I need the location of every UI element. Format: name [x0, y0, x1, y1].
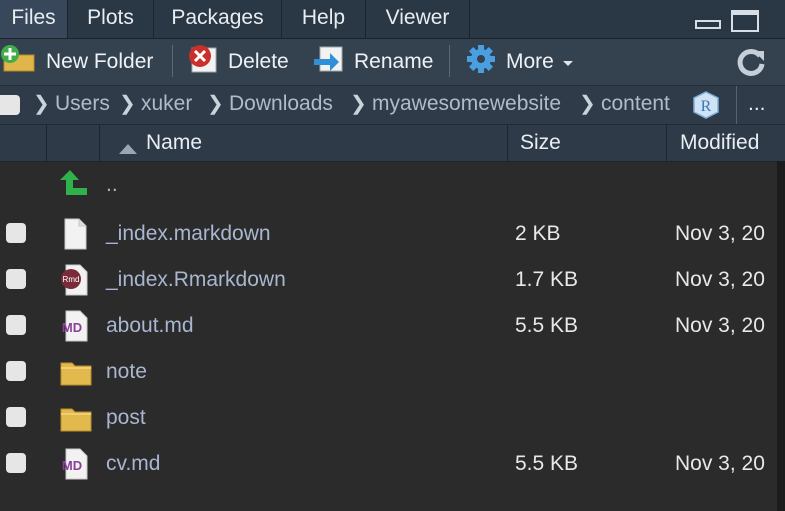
up-arrow-icon [60, 168, 92, 206]
rename-button[interactable]: Rename [312, 39, 433, 85]
pane-edge [777, 161, 785, 511]
file-modified: Nov 3, 20 [675, 268, 765, 291]
tab-viewer[interactable]: Viewer [366, 0, 470, 38]
tab-help[interactable]: Help [282, 0, 366, 38]
row-checkbox[interactable] [6, 361, 26, 381]
column-divider [99, 125, 100, 161]
file-name-link[interactable]: about.md [106, 303, 194, 349]
minimize-pane-icon[interactable] [694, 10, 722, 35]
breadcrumb-divider [736, 86, 737, 124]
file-name-link[interactable]: post [106, 395, 146, 441]
file-name-link[interactable]: cv.md [106, 441, 160, 487]
file-size: 1.7 KB [515, 268, 579, 291]
pane-tab-bar: Files Plots Packages Help Viewer [0, 0, 785, 39]
file-name-link[interactable]: _index.markdown [106, 211, 271, 257]
breadcrumb-separator: ❯ [119, 93, 136, 115]
row-checkbox[interactable] [6, 407, 26, 427]
rename-icon [312, 44, 354, 80]
file-modified: Nov 3, 20 [675, 314, 765, 337]
folder-icon [60, 402, 92, 440]
breadcrumb-item-content[interactable]: content [601, 86, 670, 124]
column-header-size[interactable]: Size [520, 125, 561, 161]
svg-text:Rmd: Rmd [63, 275, 80, 284]
table-row: post [0, 395, 785, 441]
breadcrumb-item-users[interactable]: Users [55, 86, 110, 124]
refresh-icon[interactable] [736, 47, 768, 82]
breadcrumb-item-myawesomewebsite[interactable]: myawesomewebsite [372, 86, 561, 124]
file-size: 2 KB [515, 222, 561, 245]
file-modified: Nov 3, 20 [675, 222, 765, 245]
svg-text:MD: MD [62, 458, 82, 473]
r-project-icon[interactable]: R [690, 90, 722, 126]
tab-plots[interactable]: Plots [68, 0, 154, 38]
breadcrumb-separator: ❯ [350, 93, 367, 115]
row-checkbox[interactable] [6, 223, 26, 243]
toolbar-divider [172, 45, 173, 77]
delete-icon [186, 44, 228, 80]
md-file-icon: MD [60, 310, 92, 348]
parent-directory-link[interactable]: .. [106, 162, 118, 208]
more-label: More [506, 50, 554, 73]
home-checkbox[interactable] [0, 95, 20, 115]
table-row: MD cv.md 5.5 KB Nov 3, 20 [0, 441, 785, 487]
breadcrumb-item-xuker[interactable]: xuker [141, 86, 192, 124]
rmd-file-icon: Rmd [60, 264, 92, 302]
breadcrumb-separator: ❯ [33, 93, 50, 115]
new-folder-icon [0, 44, 46, 80]
column-divider [46, 125, 47, 161]
md-file-icon: MD [60, 448, 92, 486]
table-row: note [0, 349, 785, 395]
breadcrumb-separator: ❯ [579, 93, 596, 115]
delete-button[interactable]: Delete [186, 39, 289, 85]
column-header-name[interactable]: Name [146, 125, 202, 161]
row-checkbox[interactable] [6, 453, 26, 473]
svg-text:MD: MD [62, 320, 82, 335]
tab-files[interactable]: Files [0, 0, 68, 38]
chevron-down-icon [562, 50, 582, 74]
file-size: 5.5 KB [515, 314, 579, 337]
table-row: MD about.md 5.5 KB Nov 3, 20 [0, 303, 785, 349]
toolbar-divider [449, 45, 450, 77]
gear-icon [466, 44, 506, 80]
breadcrumb: ❯ Users ❯ xuker ❯ Downloads ❯ myawesomew… [0, 86, 785, 125]
file-name-link[interactable]: note [106, 349, 147, 395]
file-name-link[interactable]: _index.Rmarkdown [106, 257, 286, 303]
table-row: Rmd _index.Rmarkdown 1.7 KB Nov 3, 20 [0, 257, 785, 303]
more-button[interactable]: More [466, 39, 582, 85]
parent-directory-row[interactable]: .. [0, 162, 785, 208]
maximize-pane-icon[interactable] [730, 10, 760, 37]
tab-packages[interactable]: Packages [154, 0, 282, 38]
file-size: 5.5 KB [515, 452, 579, 475]
svg-text:R: R [701, 98, 712, 115]
new-folder-button[interactable]: New Folder [0, 39, 153, 85]
row-checkbox[interactable] [6, 315, 26, 335]
delete-label: Delete [228, 50, 289, 73]
column-divider [666, 125, 667, 161]
column-divider [507, 125, 508, 161]
sort-ascending-icon [118, 137, 138, 161]
folder-icon [60, 356, 92, 394]
new-folder-label: New Folder [46, 50, 154, 73]
table-row: _index.markdown 2 KB Nov 3, 20 [0, 211, 785, 257]
files-toolbar: New Folder Delete Rename More [0, 39, 785, 86]
breadcrumb-separator: ❯ [207, 93, 224, 115]
rename-label: Rename [354, 50, 434, 73]
blank-file-icon [60, 218, 90, 256]
row-checkbox[interactable] [6, 269, 26, 289]
file-list-header: Name Size Modified [0, 125, 785, 162]
column-header-modified[interactable]: Modified [680, 125, 759, 161]
file-modified: Nov 3, 20 [675, 452, 765, 475]
breadcrumb-more-button[interactable]: ... [748, 86, 766, 124]
breadcrumb-item-downloads[interactable]: Downloads [229, 86, 333, 124]
